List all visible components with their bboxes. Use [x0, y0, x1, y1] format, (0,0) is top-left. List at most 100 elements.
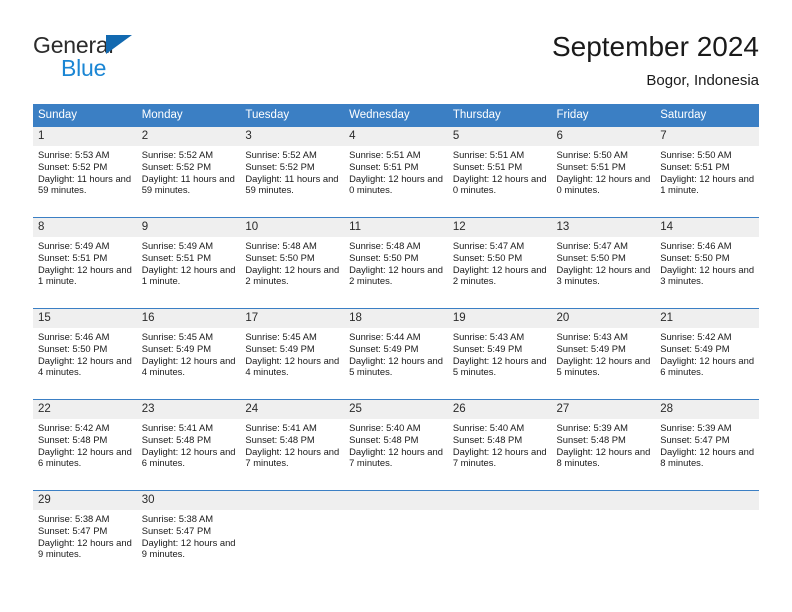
- day-details: Sunrise: 5:52 AM Sunset: 5:52 PM Daylight:…: [137, 146, 241, 196]
- day-cell[interactable]: 24 Sunrise: 5:41 AM Sunset: 5:48 PM Dayligh…: [240, 400, 345, 483]
- sunrise-text: Sunrise: 5:40 AM: [452, 422, 525, 433]
- day-details: Sunrise: 5:45 AM Sunset: 5:49 PM Daylight:…: [240, 328, 344, 378]
- day-cell[interactable]: 5 Sunrise: 5:51 AM Sunset: 5:51 PM Daylight…: [447, 127, 552, 210]
- sunset-text: Sunset: 5:47 PM: [38, 524, 108, 536]
- day-number: 25: [344, 400, 448, 419]
- day-details: Sunrise: 5:49 AM Sunset: 5:51 PM Daylight:…: [137, 237, 241, 287]
- day-details: Sunrise: 5:40 AM Sunset: 5:48 PM Daylight:…: [448, 419, 552, 469]
- daylight-text: Daylight: 12 hours and 9 minutes.: [38, 536, 132, 560]
- day-cell[interactable]: 7 Sunrise: 5:50 AM Sunset: 5:51 PM Daylight…: [655, 127, 759, 210]
- daylight-text: Daylight: 11 hours and 59 minutes.: [141, 172, 235, 196]
- sunset-text: Sunset: 5:51 PM: [349, 160, 419, 172]
- day-number: [655, 491, 759, 510]
- day-cell[interactable]: 30 Sunrise: 5:38 AM Sunset: 5:47 PM Dayligh…: [136, 491, 241, 574]
- day-number: [240, 491, 345, 510]
- day-details: [655, 510, 759, 513]
- day-number: 1: [33, 127, 137, 146]
- day-number: 29: [33, 491, 137, 510]
- day-number: [447, 491, 552, 510]
- day-cell[interactable]: 6 Sunrise: 5:50 AM Sunset: 5:51 PM Daylight…: [551, 127, 656, 210]
- generalblue-logo: General Blue: [33, 32, 253, 88]
- day-number: 14: [655, 218, 759, 237]
- day-cell[interactable]: 21 Sunrise: 5:42 AM Sunset: 5:49 PM Dayligh…: [655, 309, 759, 392]
- day-details: Sunrise: 5:48 AM Sunset: 5:50 PM Daylight:…: [344, 237, 448, 287]
- day-number: 23: [136, 400, 241, 419]
- day-cell[interactable]: 2 Sunrise: 5:52 AM Sunset: 5:52 PM Daylight…: [136, 127, 241, 210]
- sunset-text: Sunset: 5:51 PM: [452, 160, 523, 172]
- day-cell[interactable]: 9 Sunrise: 5:49 AM Sunset: 5:51 PM Daylight…: [136, 218, 241, 301]
- day-cell[interactable]: 29 Sunrise: 5:38 AM Sunset: 5:47 PM Dayligh…: [33, 491, 137, 574]
- day-cell[interactable]: 10 Sunrise: 5:48 AM Sunset: 5:50 PM Dayligh…: [240, 218, 345, 301]
- day-number: [344, 491, 448, 510]
- day-number: 16: [136, 309, 241, 328]
- daylight-text: Daylight: 12 hours and 1 minute.: [660, 172, 755, 196]
- calendar-week-row: 8 Sunrise: 5:49 AM Sunset: 5:51 PM Daylight…: [33, 217, 759, 301]
- sunrise-text: Sunrise: 5:40 AM: [349, 422, 421, 433]
- sunset-text: Sunset: 5:48 PM: [556, 433, 626, 445]
- day-details: [344, 510, 448, 513]
- calendar-weeks: 1 Sunrise: 5:53 AM Sunset: 5:52 PM Daylight…: [33, 127, 759, 574]
- sunset-text: Sunset: 5:49 PM: [245, 342, 315, 354]
- day-cell[interactable]: 20 Sunrise: 5:43 AM Sunset: 5:49 PM Dayligh…: [551, 309, 656, 392]
- day-details: Sunrise: 5:53 AM Sunset: 5:52 PM Daylight:…: [33, 146, 137, 196]
- day-cell[interactable]: 3 Sunrise: 5:52 AM Sunset: 5:52 PM Daylight…: [240, 127, 345, 210]
- daylight-text: Daylight: 12 hours and 2 minutes.: [245, 263, 340, 287]
- day-details: Sunrise: 5:46 AM Sunset: 5:50 PM Daylight:…: [655, 237, 759, 287]
- day-cell[interactable]: 23 Sunrise: 5:41 AM Sunset: 5:48 PM Dayligh…: [136, 400, 241, 483]
- day-details: Sunrise: 5:44 AM Sunset: 5:49 PM Daylight:…: [344, 328, 448, 378]
- day-details: Sunrise: 5:39 AM Sunset: 5:47 PM Daylight:…: [655, 419, 759, 469]
- day-number: 15: [33, 309, 137, 328]
- day-number: 3: [240, 127, 345, 146]
- day-number: 21: [655, 309, 759, 328]
- day-cell[interactable]: 16 Sunrise: 5:45 AM Sunset: 5:49 PM Dayligh…: [136, 309, 241, 392]
- day-cell[interactable]: 13 Sunrise: 5:47 AM Sunset: 5:50 PM Dayligh…: [551, 218, 656, 301]
- day-number: 28: [655, 400, 759, 419]
- daylight-text: Daylight: 12 hours and 4 minutes.: [245, 354, 340, 378]
- daylight-text: Daylight: 12 hours and 0 minutes.: [349, 172, 443, 196]
- sunset-text: Sunset: 5:51 PM: [141, 251, 212, 263]
- day-cell[interactable]: 26 Sunrise: 5:40 AM Sunset: 5:48 PM Dayligh…: [447, 400, 552, 483]
- day-number: 6: [551, 127, 656, 146]
- daylight-text: Daylight: 12 hours and 6 minutes.: [141, 445, 236, 469]
- sunrise-text: Sunrise: 5:49 AM: [38, 240, 110, 251]
- day-details: Sunrise: 5:38 AM Sunset: 5:47 PM Daylight:…: [137, 510, 241, 560]
- sunrise-text: Sunrise: 5:41 AM: [245, 422, 317, 433]
- day-cell[interactable]: 19 Sunrise: 5:43 AM Sunset: 5:49 PM Dayligh…: [447, 309, 552, 392]
- weekday-header-monday: Monday: [141, 109, 183, 121]
- day-cell[interactable]: 14 Sunrise: 5:46 AM Sunset: 5:50 PM Dayligh…: [655, 218, 759, 301]
- sunrise-text: Sunrise: 5:46 AM: [38, 331, 110, 342]
- sunset-text: Sunset: 5:49 PM: [349, 342, 419, 354]
- daylight-text: Daylight: 12 hours and 7 minutes.: [349, 445, 443, 469]
- day-details: Sunrise: 5:42 AM Sunset: 5:49 PM Daylight:…: [655, 328, 759, 378]
- day-number: 18: [344, 309, 448, 328]
- day-number: 27: [551, 400, 656, 419]
- day-cell[interactable]: 12 Sunrise: 5:47 AM Sunset: 5:50 PM Dayligh…: [447, 218, 552, 301]
- calendar-week-row: 22 Sunrise: 5:42 AM Sunset: 5:48 PM Dayligh…: [33, 399, 759, 483]
- day-cell[interactable]: 4 Sunrise: 5:51 AM Sunset: 5:51 PM Daylight…: [344, 127, 448, 210]
- daylight-text: Daylight: 12 hours and 5 minutes.: [556, 354, 651, 378]
- day-cell[interactable]: 15 Sunrise: 5:46 AM Sunset: 5:50 PM Dayligh…: [33, 309, 137, 392]
- day-cell[interactable]: 28 Sunrise: 5:39 AM Sunset: 5:47 PM Dayligh…: [655, 400, 759, 483]
- sunrise-text: Sunrise: 5:53 AM: [38, 149, 110, 160]
- day-details: [240, 510, 344, 513]
- sunrise-text: Sunrise: 5:43 AM: [556, 331, 628, 342]
- daylight-text: Daylight: 12 hours and 0 minutes.: [452, 172, 547, 196]
- day-cell[interactable]: 1 Sunrise: 5:53 AM Sunset: 5:52 PM Daylight…: [33, 127, 137, 210]
- calendar-week-row: 15 Sunrise: 5:46 AM Sunset: 5:50 PM Dayligh…: [33, 308, 759, 392]
- day-cell[interactable]: 17 Sunrise: 5:45 AM Sunset: 5:49 PM Dayligh…: [240, 309, 345, 392]
- day-cell[interactable]: 27 Sunrise: 5:39 AM Sunset: 5:48 PM Dayligh…: [551, 400, 656, 483]
- day-cell-empty: [240, 491, 345, 574]
- sunset-text: Sunset: 5:52 PM: [245, 160, 315, 172]
- sunset-text: Sunset: 5:48 PM: [349, 433, 419, 445]
- day-cell[interactable]: 25 Sunrise: 5:40 AM Sunset: 5:48 PM Dayligh…: [344, 400, 448, 483]
- daylight-text: Daylight: 12 hours and 2 minutes.: [349, 263, 443, 287]
- day-number: 8: [33, 218, 137, 237]
- day-number: 19: [447, 309, 552, 328]
- day-cell[interactable]: 22 Sunrise: 5:42 AM Sunset: 5:48 PM Dayligh…: [33, 400, 137, 483]
- daylight-text: Daylight: 12 hours and 2 minutes.: [452, 263, 547, 287]
- sunrise-text: Sunrise: 5:43 AM: [452, 331, 525, 342]
- day-cell[interactable]: 18 Sunrise: 5:44 AM Sunset: 5:49 PM Dayligh…: [344, 309, 448, 392]
- day-cell[interactable]: 8 Sunrise: 5:49 AM Sunset: 5:51 PM Daylight…: [33, 218, 137, 301]
- sunset-text: Sunset: 5:50 PM: [660, 251, 730, 263]
- day-cell[interactable]: 11 Sunrise: 5:48 AM Sunset: 5:50 PM Dayligh…: [344, 218, 448, 301]
